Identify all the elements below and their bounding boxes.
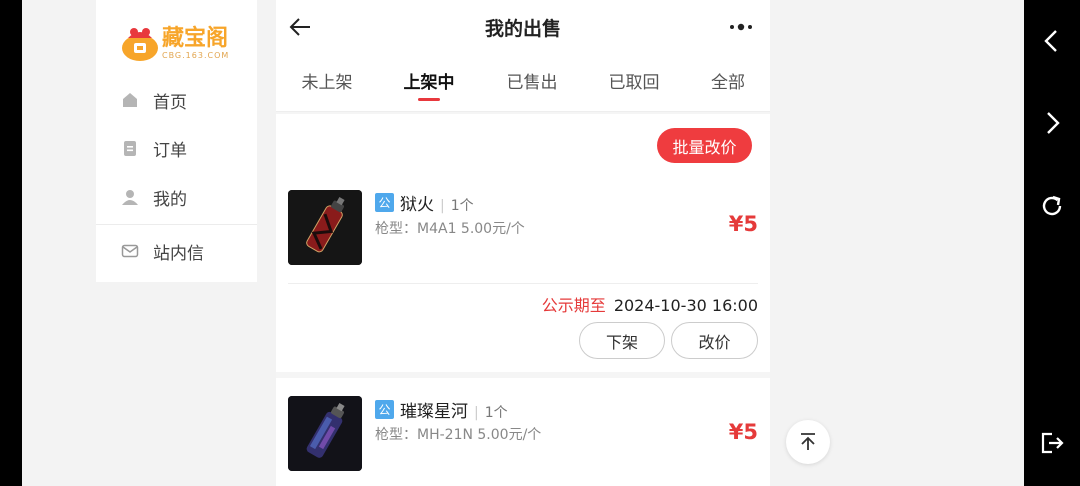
item-spec: 枪型：M4A1 5.00元/个 [375, 221, 525, 237]
batch-reprice-button[interactable]: 批量改价 [657, 128, 752, 163]
sidebar-item-label: 我的 [153, 189, 187, 210]
sidebar-item-label: 首页 [153, 92, 187, 113]
tab-all[interactable]: 全部 [688, 68, 768, 93]
listing-card: 批量改价 公 狱火 | 1个 枪型：M4A1 5.00元/个 ¥5 公示期至 2024… [276, 114, 770, 372]
nav-forward-button[interactable] [1036, 107, 1068, 139]
item-name: 璀璨星河 [400, 402, 468, 422]
item-spec: 枪型：MH-21N 5.00元/个 [375, 427, 542, 443]
qty-separator: | [474, 405, 479, 421]
more-icon[interactable] [726, 17, 756, 37]
public-badge: 公 [375, 193, 394, 212]
sidebar-divider [96, 224, 257, 225]
back-to-top-button[interactable] [786, 420, 830, 464]
chevron-left-icon [1044, 30, 1057, 52]
mail-icon [121, 244, 139, 258]
expire-time: 2024-10-30 16:00 [613, 296, 758, 315]
card-divider [288, 283, 758, 284]
qty-separator: | [440, 198, 445, 214]
active-tab-indicator [418, 98, 440, 101]
user-icon [122, 190, 138, 205]
refresh-button[interactable] [1036, 190, 1068, 222]
sidebar-item-label: 订单 [153, 140, 187, 161]
sidebar-item-home[interactable]: 首页 [120, 86, 187, 114]
tab-listed[interactable]: 上架中 [389, 68, 469, 93]
sidebar-item-messages[interactable]: 站内信 [120, 237, 204, 265]
item-price: ¥5 [728, 420, 758, 444]
cbg-logo[interactable]: 藏宝阁 CBG.163.COM [120, 18, 238, 66]
item-name: 狱火 [400, 195, 434, 215]
exit-button[interactable] [1036, 427, 1068, 459]
sidebar-item-orders[interactable]: 订单 [120, 134, 187, 162]
item-thumbnail[interactable] [288, 396, 362, 471]
sidebar-item-label: 站内信 [153, 243, 204, 264]
item-name-row: 狱火 | 1个 [400, 190, 474, 215]
sidebar: 藏宝阁 CBG.163.COM 首页 订单 我的 站内信 [96, 0, 257, 282]
logo-subtext: CBG.163.COM [162, 51, 230, 60]
home-icon [123, 93, 137, 107]
spray-can-image [288, 396, 362, 471]
public-badge: 公 [375, 400, 394, 419]
item-qty: 1个 [450, 198, 474, 214]
chevron-right-icon [1047, 112, 1060, 134]
exit-icon [1041, 432, 1064, 454]
item-qty: 1个 [484, 405, 508, 421]
page-header: 我的出售 未上架 上架中 已售出 已取回 全部 [276, 0, 770, 112]
nav-back-button[interactable] [1036, 25, 1068, 57]
page-title: 我的出售 [484, 18, 561, 40]
system-nav-bar [1024, 0, 1080, 486]
treasure-bag-icon [122, 28, 158, 61]
order-icon [124, 141, 136, 156]
expire-info: 公示期至 2024-10-30 16:00 [542, 292, 758, 316]
logo-text: 藏宝阁 [162, 26, 229, 51]
reprice-button[interactable]: 改价 [671, 322, 758, 359]
back-to-top-icon [801, 433, 815, 450]
item-price: ¥5 [728, 212, 758, 236]
tab-retrieved[interactable]: 已取回 [594, 68, 674, 93]
expire-label: 公示期至 [541, 296, 606, 315]
item-name-row: 璀璨星河 | 1个 [400, 397, 508, 422]
item-thumbnail[interactable] [288, 190, 362, 265]
spray-can-image [288, 190, 362, 265]
listing-card: 公 璀璨星河 | 1个 枪型：MH-21N 5.00元/个 ¥5 [276, 378, 770, 486]
main-panel: 我的出售 未上架 上架中 已售出 已取回 全部 批量改价 公 狱火 | 1个 枪… [276, 0, 770, 486]
left-screen-edge [0, 0, 22, 486]
delist-button[interactable]: 下架 [579, 322, 665, 359]
status-tabs: 未上架 上架中 已售出 已取回 全部 [276, 68, 770, 101]
tab-sold[interactable]: 已售出 [492, 68, 572, 93]
tab-unlisted[interactable]: 未上架 [287, 68, 367, 93]
sidebar-item-mine[interactable]: 我的 [120, 183, 187, 211]
refresh-icon [1042, 195, 1062, 216]
